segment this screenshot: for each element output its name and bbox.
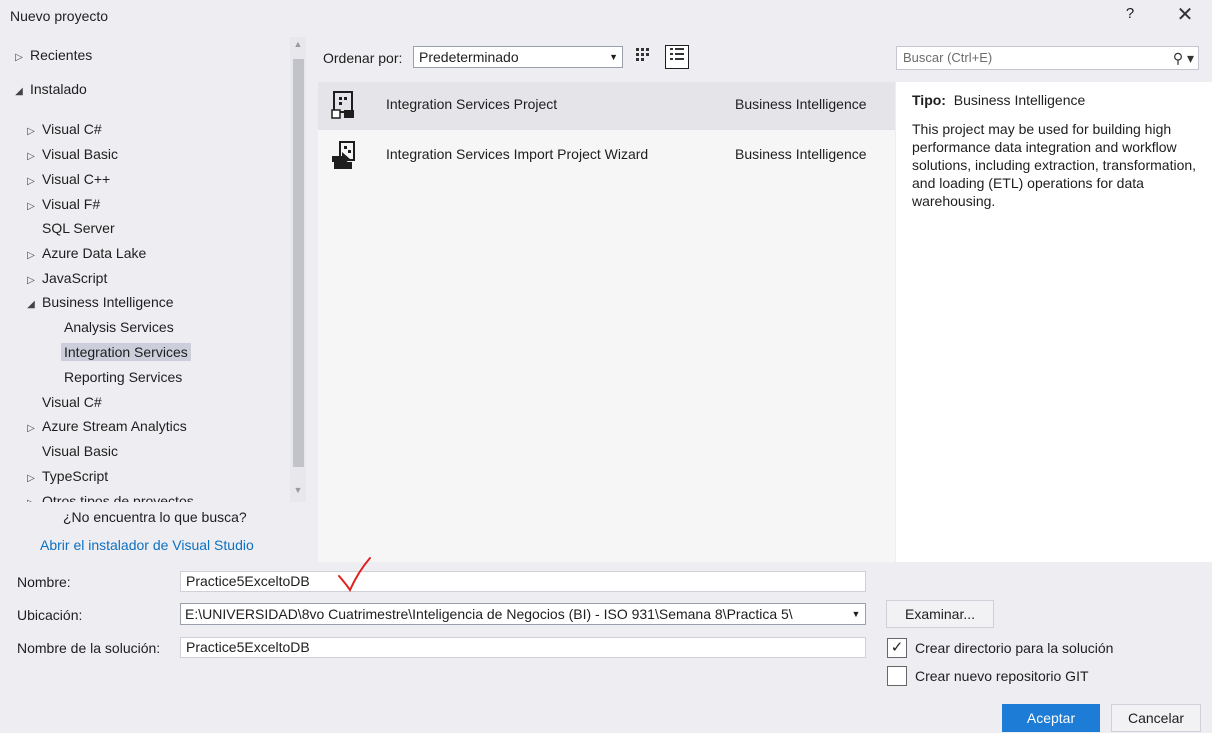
location-value: E:\UNIVERSIDAD\8vo Cuatrimestre\Intelige… xyxy=(185,606,793,622)
location-combo[interactable]: E:\UNIVERSIDAD\8vo Cuatrimestre\Intelige… xyxy=(180,603,866,625)
collapsed-arrow-icon[interactable]: ▷ xyxy=(20,468,42,490)
tree-item[interactable]: ▷ Azure Data Lake xyxy=(20,242,146,264)
annotation-checkmark-icon xyxy=(338,557,371,593)
not-found-text: ¿No encuentra lo que busca? xyxy=(63,509,247,525)
title-bar: Nuevo proyecto ? ✕ xyxy=(0,0,1212,34)
tree-item[interactable]: SQL Server xyxy=(20,217,115,239)
ssis-project-icon xyxy=(330,90,358,120)
template-tree: ▷ Recientes ◢ Instalado ▷ Visual C# ▷ Visual Ba… xyxy=(0,37,288,502)
help-button[interactable]: ? xyxy=(1118,5,1142,27)
small-icons-view-icon[interactable] xyxy=(632,46,654,68)
tree-item-label: Reporting Services xyxy=(64,369,183,385)
type-line: Tipo: Business Intelligence xyxy=(912,92,1085,108)
open-installer-link[interactable]: Abrir el instalador de Visual Studio xyxy=(40,537,254,553)
sort-label: Ordenar por: xyxy=(323,50,403,66)
scroll-thumb[interactable] xyxy=(293,59,304,467)
tree-item[interactable]: ▷ TypeScript xyxy=(20,465,108,487)
collapsed-arrow-icon[interactable]: ▷ xyxy=(20,418,42,440)
collapsed-arrow-icon[interactable]: ▷ xyxy=(20,196,42,218)
tree-item[interactable]: Reporting Services xyxy=(42,366,182,388)
tree-item-label: TypeScript xyxy=(42,468,109,484)
search-placeholder: Buscar (Ctrl+E) xyxy=(903,50,993,65)
tree-item[interactable]: ▷ Visual F# xyxy=(20,193,100,215)
tree-item[interactable]: Integration Services xyxy=(42,341,191,363)
tree-item[interactable]: Visual Basic xyxy=(20,440,118,462)
import-wizard-icon xyxy=(330,140,358,170)
sort-select[interactable]: Predeterminado ▼ xyxy=(413,46,623,68)
tree-item[interactable]: Visual C# xyxy=(20,391,102,413)
details-panel: Tipo: Business Intelligence This project… xyxy=(896,82,1212,562)
project-template-row[interactable]: Integration Services Project Business In… xyxy=(318,82,895,130)
create-directory-checkbox[interactable]: ✓ xyxy=(887,638,907,658)
tree-item-label: Visual Basic xyxy=(42,443,119,459)
create-directory-label: Crear directorio para la solución xyxy=(915,640,1114,656)
close-button[interactable]: ✕ xyxy=(1172,4,1198,28)
project-name: Integration Services Project xyxy=(386,96,558,112)
chevron-down-icon[interactable]: ▼ xyxy=(847,604,865,624)
tree-item[interactable]: ▷ Visual C++ xyxy=(20,168,110,190)
search-input[interactable]: Buscar (Ctrl+E) ⚲ ▾ xyxy=(896,46,1199,70)
name-label: Nombre: xyxy=(17,574,71,590)
scroll-up-icon[interactable]: ▲ xyxy=(292,39,304,49)
type-label: Tipo: xyxy=(912,92,946,108)
tree-item[interactable]: ▷ Recientes xyxy=(8,44,92,66)
tree-item[interactable]: ◢ Business Intelligence xyxy=(20,291,174,316)
tree-item-label: Visual C# xyxy=(42,121,102,137)
solution-name-field[interactable]: Practice5ExceltoDB xyxy=(180,637,866,658)
project-template-row[interactable]: Integration Services Import Project Wiza… xyxy=(318,132,895,180)
chevron-down-icon: ▼ xyxy=(609,52,618,62)
tree-item-label: Business Intelligence xyxy=(42,294,174,310)
tree-item[interactable]: ▷ Azure Stream Analytics xyxy=(20,415,187,437)
scroll-down-icon[interactable]: ▼ xyxy=(292,485,304,495)
tree-item-label: Integration Services xyxy=(61,343,191,361)
tree-item-label: Azure Data Lake xyxy=(42,245,147,261)
tree-item[interactable]: ▷ Visual C# xyxy=(20,118,102,140)
tree-item[interactable]: ▷Otros tipos de proyectos xyxy=(20,490,194,502)
name-field[interactable]: Practice5ExceltoDB xyxy=(180,571,866,592)
collapsed-arrow-icon[interactable]: ▷ xyxy=(20,493,42,502)
collapsed-arrow-icon[interactable]: ▷ xyxy=(8,47,30,69)
tree-item-label: Visual F# xyxy=(42,196,101,212)
tree-item[interactable]: ◢ Instalado xyxy=(8,78,87,100)
browse-button[interactable]: Examinar... xyxy=(886,600,994,628)
tree-item-label: SQL Server xyxy=(42,220,115,236)
tree-item-label: Instalado xyxy=(30,81,87,97)
project-category: Business Intelligence xyxy=(735,96,867,112)
collapsed-arrow-icon[interactable]: ▷ xyxy=(20,121,42,143)
solution-name-label: Nombre de la solución: xyxy=(17,640,161,656)
tree-item-label: Azure Stream Analytics xyxy=(42,418,187,434)
tree-item-label: Recientes xyxy=(30,47,93,63)
tree-item[interactable]: ▷ JavaScript xyxy=(20,267,107,289)
create-git-label: Crear nuevo repositorio GIT xyxy=(915,668,1089,684)
search-icon[interactable]: ⚲ ▾ xyxy=(1173,47,1194,69)
accept-button[interactable]: Aceptar xyxy=(1002,704,1100,732)
tree-item-label: Visual C++ xyxy=(42,171,111,187)
cancel-button[interactable]: Cancelar xyxy=(1111,704,1201,732)
location-label: Ubicación: xyxy=(17,607,83,623)
expanded-arrow-icon[interactable]: ◢ xyxy=(8,81,30,103)
collapsed-arrow-icon[interactable]: ▷ xyxy=(20,171,42,193)
dialog-title: Nuevo proyecto xyxy=(10,8,109,24)
tree-item-label: Analysis Services xyxy=(64,319,174,335)
tree-item-label: JavaScript xyxy=(42,270,108,286)
collapsed-arrow-icon[interactable]: ▷ xyxy=(20,245,42,267)
project-category: Business Intelligence xyxy=(735,146,867,162)
expanded-arrow-icon[interactable]: ◢ xyxy=(20,294,42,316)
tree-item-label: Visual Basic xyxy=(42,146,119,162)
tree-scrollbar[interactable]: ▲ ▼ xyxy=(290,37,306,502)
tree-item[interactable]: Analysis Services xyxy=(42,316,174,338)
list-view-icon[interactable] xyxy=(665,45,689,69)
collapsed-arrow-icon[interactable]: ▷ xyxy=(20,146,42,168)
sort-select-value: Predeterminado xyxy=(419,49,519,65)
tree-item[interactable]: ▷ Visual Basic xyxy=(20,143,118,165)
project-description: This project may be used for building hi… xyxy=(912,121,1197,209)
tree-item-label: Visual C# xyxy=(42,394,102,410)
type-value: Business Intelligence xyxy=(953,92,1086,108)
tree-item-label: Otros tipos de proyectos xyxy=(42,493,194,502)
project-name: Integration Services Import Project Wiza… xyxy=(386,146,649,162)
create-git-checkbox[interactable] xyxy=(887,666,907,686)
collapsed-arrow-icon[interactable]: ▷ xyxy=(20,270,42,292)
checkmark-icon: ✓ xyxy=(890,639,904,656)
